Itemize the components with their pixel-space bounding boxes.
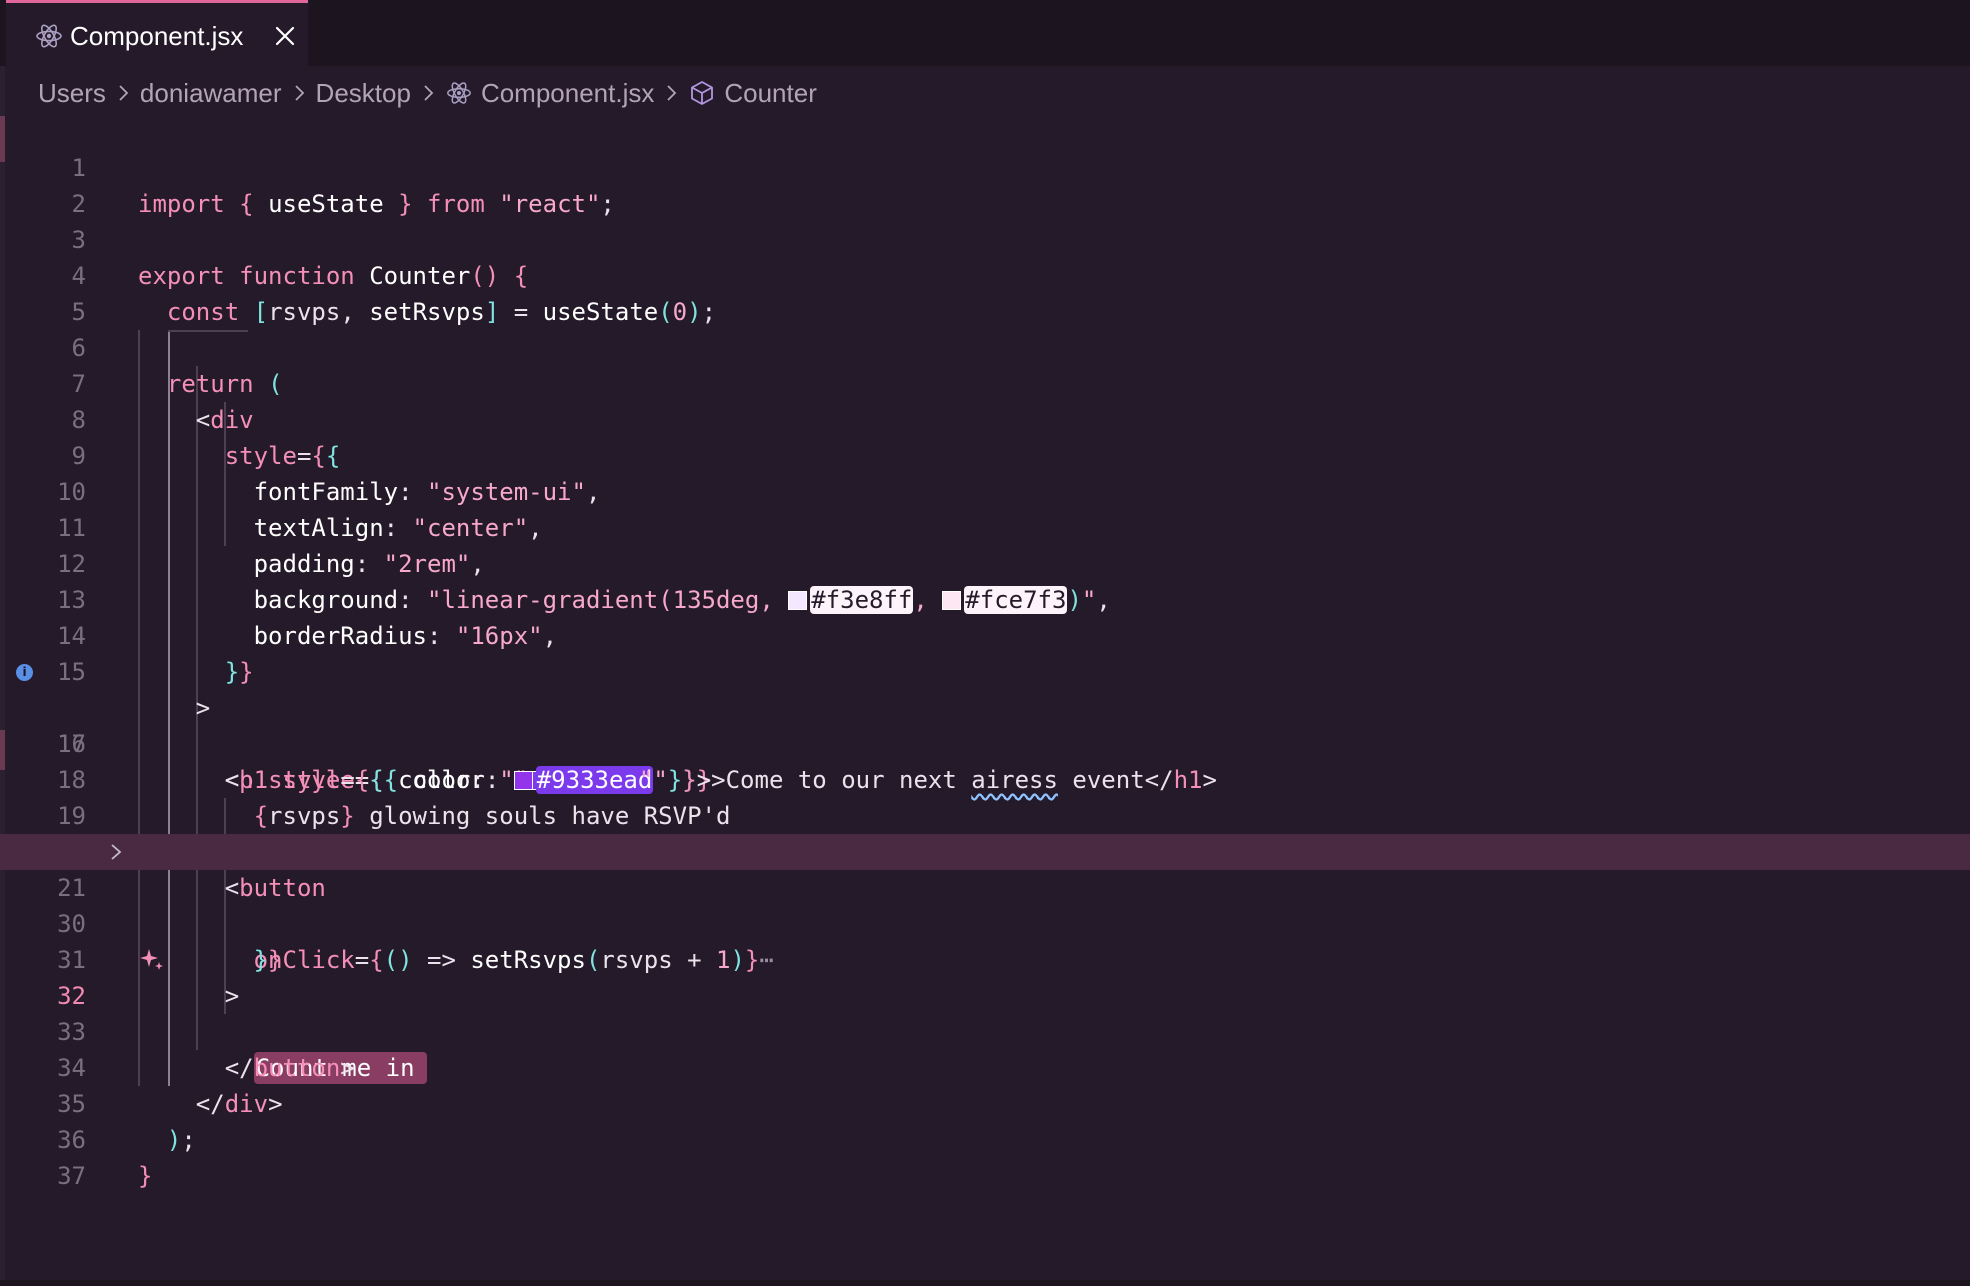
code-line[interactable]: 4 const [rsvps, setRsvps] = useState(0); bbox=[0, 222, 1970, 326]
chevron-right-icon bbox=[294, 85, 304, 101]
code-line[interactable]: 8 style={{ bbox=[0, 366, 1970, 470]
code-line[interactable]: 2 bbox=[0, 150, 1970, 218]
code-line[interactable]: 30 }} bbox=[0, 870, 1970, 974]
code-line[interactable]: 17 <p style={{ color: " #9333ea" }}> bbox=[0, 690, 1970, 794]
code-line[interactable]: 5 bbox=[0, 258, 1970, 326]
code-line[interactable]: i 16 <h1 style={{ color: "#7c3aed" }}>Co… bbox=[0, 654, 1970, 794]
info-icon[interactable]: i bbox=[16, 664, 33, 681]
code-line-folded[interactable]: 21 onClick={() => setRsvps(rsvps + 1)}⋯ bbox=[0, 834, 1970, 974]
tab-component-jsx[interactable]: Component.jsx bbox=[6, 0, 308, 66]
chevron-right-icon bbox=[667, 85, 677, 101]
code-line[interactable]: 3 export function Counter() { bbox=[0, 186, 1970, 290]
react-icon bbox=[36, 24, 62, 48]
code-line[interactable]: 12 background: "linear-gradient(135deg, … bbox=[0, 510, 1970, 614]
sparkle-icon[interactable] bbox=[138, 946, 166, 974]
chevron-right-icon bbox=[424, 85, 434, 101]
code-line[interactable]: 11 padding: "2rem", bbox=[0, 474, 1970, 578]
breadcrumb-item-desktop[interactable]: Desktop bbox=[316, 78, 411, 109]
breadcrumb: Users doniawamer Desktop Component.jsx C… bbox=[38, 76, 817, 110]
chevron-right-icon bbox=[119, 85, 129, 101]
code-line[interactable]: 6 return ( bbox=[0, 294, 1970, 398]
breadcrumb-item-doniawamer[interactable]: doniawamer bbox=[140, 78, 282, 109]
breadcrumb-item-symbol[interactable]: Counter bbox=[724, 78, 817, 109]
react-icon bbox=[446, 82, 471, 104]
close-icon[interactable] bbox=[272, 23, 298, 49]
chevron-right-icon[interactable] bbox=[106, 842, 126, 862]
code-line[interactable]: 33 </button> bbox=[0, 978, 1970, 1082]
line-code: } bbox=[138, 1162, 153, 1190]
line-number: 37 bbox=[57, 1162, 86, 1190]
code-line-active[interactable]: 32 Count me in bbox=[0, 942, 1970, 1084]
tab-bar: Component.jsx bbox=[0, 0, 1970, 66]
horizontal-scrollbar[interactable] bbox=[0, 1280, 1970, 1286]
breadcrumb-item-users[interactable]: Users bbox=[38, 78, 106, 109]
tab-title: Component.jsx bbox=[70, 21, 244, 51]
code-line[interactable]: 14 }} bbox=[0, 582, 1970, 686]
code-line[interactable]: 9 fontFamily: "system-ui", bbox=[0, 402, 1970, 506]
code-line[interactable]: 36 } bbox=[0, 1086, 1970, 1190]
code-line[interactable]: 1 import { useState } from "react"; bbox=[0, 114, 1970, 218]
code-line[interactable]: 34 </div> bbox=[0, 1014, 1970, 1118]
code-line[interactable]: 7 <div bbox=[0, 330, 1970, 434]
code-editor[interactable]: 1 import { useState } from "react"; 2 3 … bbox=[0, 114, 1970, 1286]
code-line[interactable]: 19 </p> bbox=[0, 762, 1970, 866]
code-line[interactable]: 35 ); bbox=[0, 1050, 1970, 1154]
breadcrumb-item-file[interactable]: Component.jsx bbox=[481, 78, 654, 109]
code-line[interactable]: 18 {rsvps} glowing souls have RSVP'd bbox=[0, 726, 1970, 830]
code-line[interactable]: 31 > bbox=[0, 906, 1970, 1010]
code-line[interactable]: 37 bbox=[0, 1122, 1970, 1190]
code-line[interactable]: 10 textAlign: "center", bbox=[0, 438, 1970, 542]
code-line[interactable]: 13 borderRadius: "16px", bbox=[0, 546, 1970, 650]
code-line[interactable]: 15 > bbox=[0, 618, 1970, 722]
symbol-method-icon bbox=[691, 81, 714, 105]
code-line[interactable]: 20 <button bbox=[0, 798, 1970, 902]
